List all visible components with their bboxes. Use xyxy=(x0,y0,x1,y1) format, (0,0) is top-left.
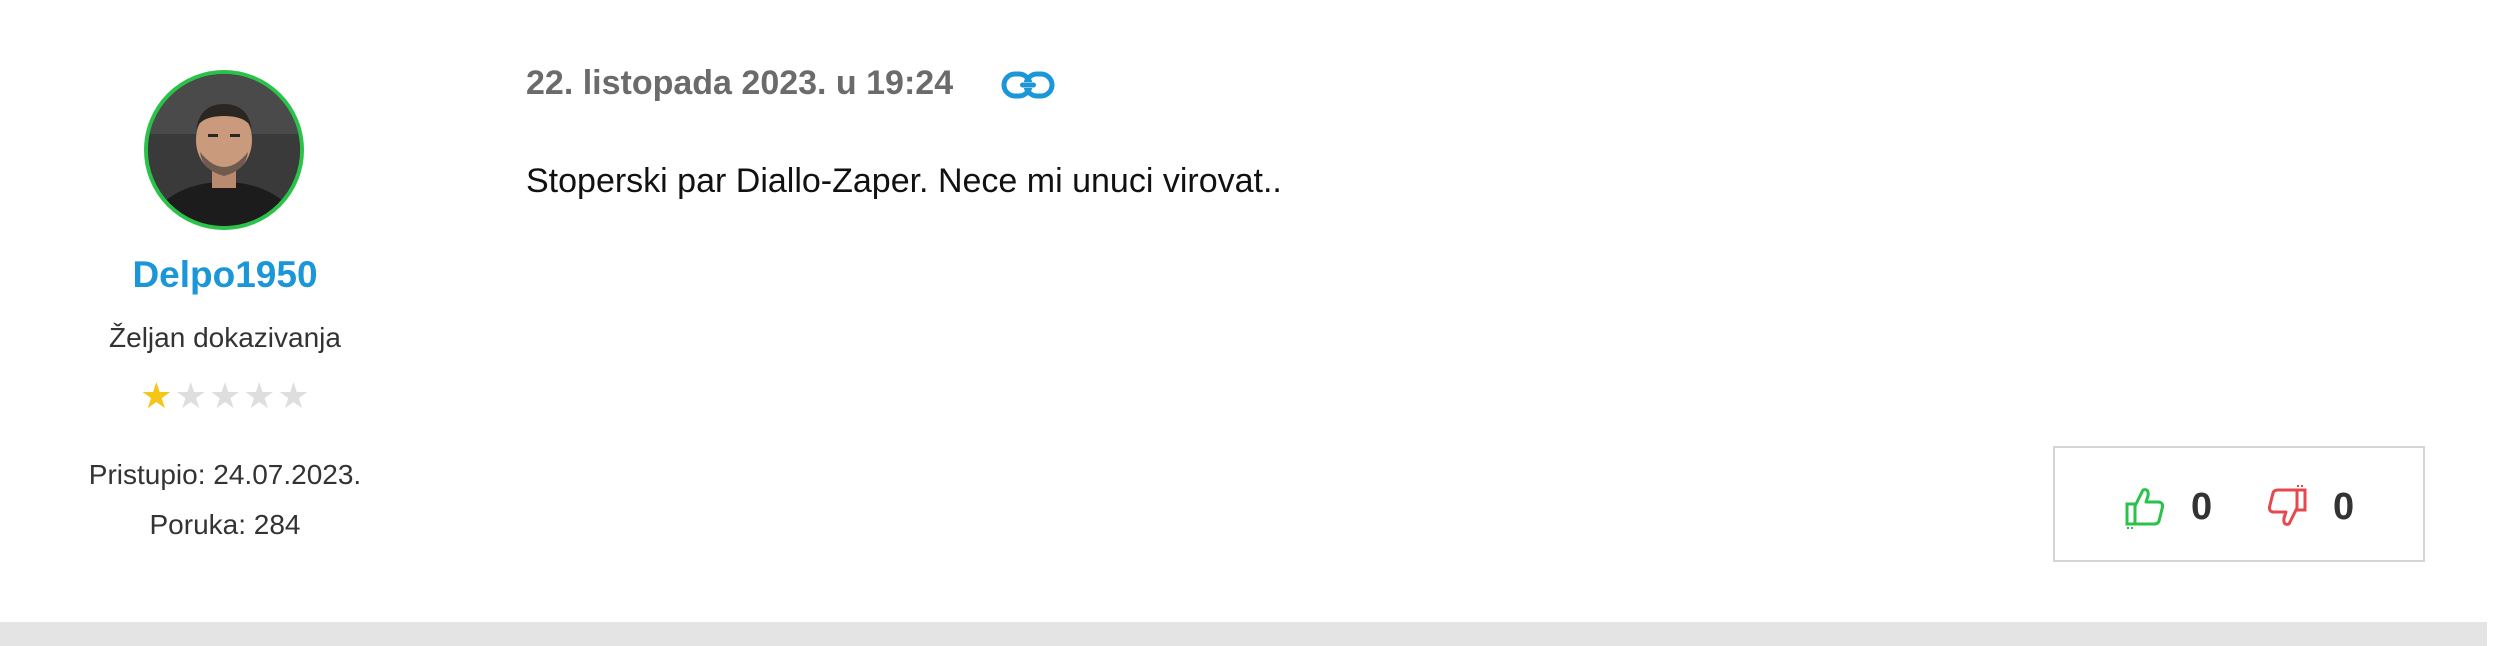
star-empty-icon: ★ xyxy=(208,375,242,416)
star-empty-icon: ★ xyxy=(277,375,310,416)
author-joined-date: Pristupio: 24.07.2023. xyxy=(88,459,362,490)
vote-box: 0 0 xyxy=(2053,446,2425,562)
upvote-count: 0 xyxy=(2191,485,2213,528)
page-gutter xyxy=(2487,0,2500,646)
star-empty-icon: ★ xyxy=(243,375,276,416)
star-filled-icon: ★ xyxy=(140,375,173,416)
star-empty-icon: ★ xyxy=(174,375,207,416)
author-rank: Željan dokazivanja xyxy=(109,322,341,353)
author-username[interactable]: Delpo1950 xyxy=(20,254,430,296)
forum-post: Delpo1950 Željan dokazivanja ★ ★ ★ ★ ★ P… xyxy=(0,0,2487,622)
post-body: Stoperski par Diallo-Zaper. Nece mi unuc… xyxy=(526,162,1282,200)
upvote-button[interactable]: 0 xyxy=(2123,484,2212,530)
post-separator xyxy=(0,622,2487,646)
avatar-image xyxy=(148,74,300,226)
author-rating-stars: ★ ★ ★ ★ ★ xyxy=(135,376,315,416)
author-panel: Delpo1950 Željan dokazivanja ★ ★ ★ ★ ★ P… xyxy=(20,0,430,622)
link-icon xyxy=(1001,71,1055,99)
thumbs-up-icon xyxy=(2125,488,2165,529)
downvote-count: 0 xyxy=(2333,485,2355,528)
permalink-button[interactable] xyxy=(1000,65,1056,105)
author-post-count: Poruka: 284 xyxy=(149,509,301,540)
post-date: 22. listopada 2023. u 19:24 xyxy=(526,64,954,102)
avatar[interactable] xyxy=(144,70,304,230)
downvote-button[interactable]: 0 xyxy=(2265,484,2354,530)
thumbs-down-icon xyxy=(2267,485,2307,526)
